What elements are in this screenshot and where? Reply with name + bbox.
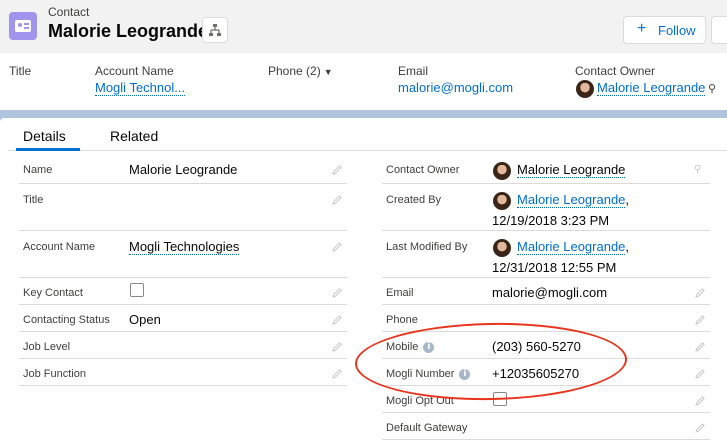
chevron-down-icon: ▼ — [323, 67, 333, 77]
avatar — [493, 192, 511, 210]
field-label-email: Email — [386, 287, 414, 299]
field-divider — [382, 412, 710, 413]
field-value-account-link[interactable]: Mogli Technologies — [129, 239, 240, 255]
field-divider — [382, 277, 710, 278]
last-modified-by-link[interactable]: Malorie Leogrande — [517, 239, 626, 255]
field-value-name: Malorie Leogrande — [129, 162, 238, 177]
tab-related[interactable]: Related — [110, 128, 158, 144]
record-title: Malorie Leogrande — [48, 21, 209, 41]
plus-icon: + — [637, 20, 647, 37]
field-value-created-by: Malorie Leogrande, — [517, 192, 630, 208]
field-label-account-name: Account Name — [23, 241, 96, 253]
field-label-name: Name — [23, 164, 53, 176]
edit-pencil-icon[interactable] — [694, 422, 706, 434]
last-modified-date: 12/31/2018 12:55 PM — [492, 260, 617, 275]
tab-details[interactable]: Details — [16, 128, 80, 151]
field-divider — [19, 230, 347, 231]
highlight-email-link[interactable]: malorie@mogli.com — [398, 80, 513, 95]
edit-pencil-icon[interactable] — [694, 287, 706, 299]
field-label-last-modified-by: Last Modified By — [386, 241, 468, 253]
field-label-job-function: Job Function — [23, 368, 86, 380]
edit-pencil-icon[interactable] — [331, 314, 343, 326]
edit-pencil-icon[interactable] — [331, 341, 343, 353]
field-divider — [19, 385, 347, 386]
highlight-owner-link[interactable]: Malorie Leogrande — [597, 80, 706, 96]
field-divider — [382, 230, 710, 231]
created-by-date: 12/19/2018 3:23 PM — [492, 213, 610, 228]
highlight-title-label: Title — [9, 64, 32, 78]
field-label-contacting-status: Contacting Status — [23, 314, 110, 326]
highlight-owner-label: Contact Owner — [575, 64, 656, 78]
edit-pencil-icon[interactable] — [694, 314, 706, 326]
edit-pencil-icon[interactable] — [694, 395, 706, 407]
created-by-separator: , — [625, 192, 630, 207]
highlight-account-label: Account Name — [95, 64, 174, 78]
field-divider — [19, 183, 347, 184]
field-divider — [19, 304, 347, 305]
field-value-email-link[interactable]: malorie@mogli.com — [492, 285, 607, 300]
field-value-contact-owner-link[interactable]: Malorie Leogrande — [517, 162, 626, 178]
field-divider — [382, 183, 710, 184]
record-header-top: Contact Malorie Leogrande + Follow — [0, 0, 727, 53]
highlight-email-label: Email — [398, 64, 429, 78]
change-owner-icon[interactable]: ⚲ — [708, 82, 716, 95]
edit-pencil-icon[interactable] — [694, 368, 706, 380]
edit-pencil-icon[interactable] — [331, 287, 343, 299]
edit-pencil-icon[interactable] — [331, 368, 343, 380]
follow-button-label: Follow — [658, 23, 696, 38]
highlight-account-link[interactable]: Mogli Technol... — [95, 80, 186, 96]
field-divider — [19, 331, 347, 332]
edit-pencil-icon[interactable] — [331, 164, 343, 176]
field-label-job-level: Job Level — [23, 341, 71, 353]
field-label-contact-owner: Contact Owner — [386, 164, 460, 176]
field-divider — [19, 277, 347, 278]
change-owner-icon[interactable]: ⚲ — [694, 164, 701, 175]
field-label-key-contact: Key Contact — [23, 287, 83, 299]
hierarchy-icon — [209, 24, 221, 36]
field-value-last-modified-by: Malorie Leogrande, — [517, 239, 630, 255]
highlight-phone-label: Phone (2) — [268, 64, 321, 78]
edit-pencil-icon[interactable] — [331, 194, 343, 206]
last-modified-by-separator: , — [625, 239, 630, 254]
field-divider — [19, 358, 347, 359]
edit-pencil-icon[interactable] — [694, 341, 706, 353]
record-header: Contact Malorie Leogrande + Follow Title… — [0, 0, 727, 110]
hierarchy-button[interactable] — [202, 17, 228, 43]
key-contact-checkbox[interactable] — [130, 283, 144, 297]
field-label-created-by: Created By — [386, 194, 442, 206]
created-by-link[interactable]: Malorie Leogrande — [517, 192, 626, 208]
field-value-contacting-status: Open — [129, 312, 161, 327]
field-divider — [382, 439, 710, 440]
tab-bar: Details Related — [8, 120, 727, 151]
field-label-default-gateway: Default Gateway — [386, 422, 468, 434]
avatar — [493, 239, 511, 257]
more-actions-button[interactable] — [711, 16, 727, 44]
object-type-label: Contact — [48, 5, 90, 19]
contact-icon — [9, 12, 37, 40]
highlight-phone-dropdown[interactable]: Phone (2) ▼ — [268, 64, 333, 78]
edit-pencil-icon[interactable] — [331, 241, 343, 253]
follow-button[interactable]: + Follow — [623, 16, 706, 44]
avatar — [493, 162, 511, 180]
avatar — [576, 80, 594, 98]
field-label-phone: Phone — [386, 314, 418, 326]
field-divider — [382, 304, 710, 305]
field-label-title: Title — [23, 194, 44, 206]
